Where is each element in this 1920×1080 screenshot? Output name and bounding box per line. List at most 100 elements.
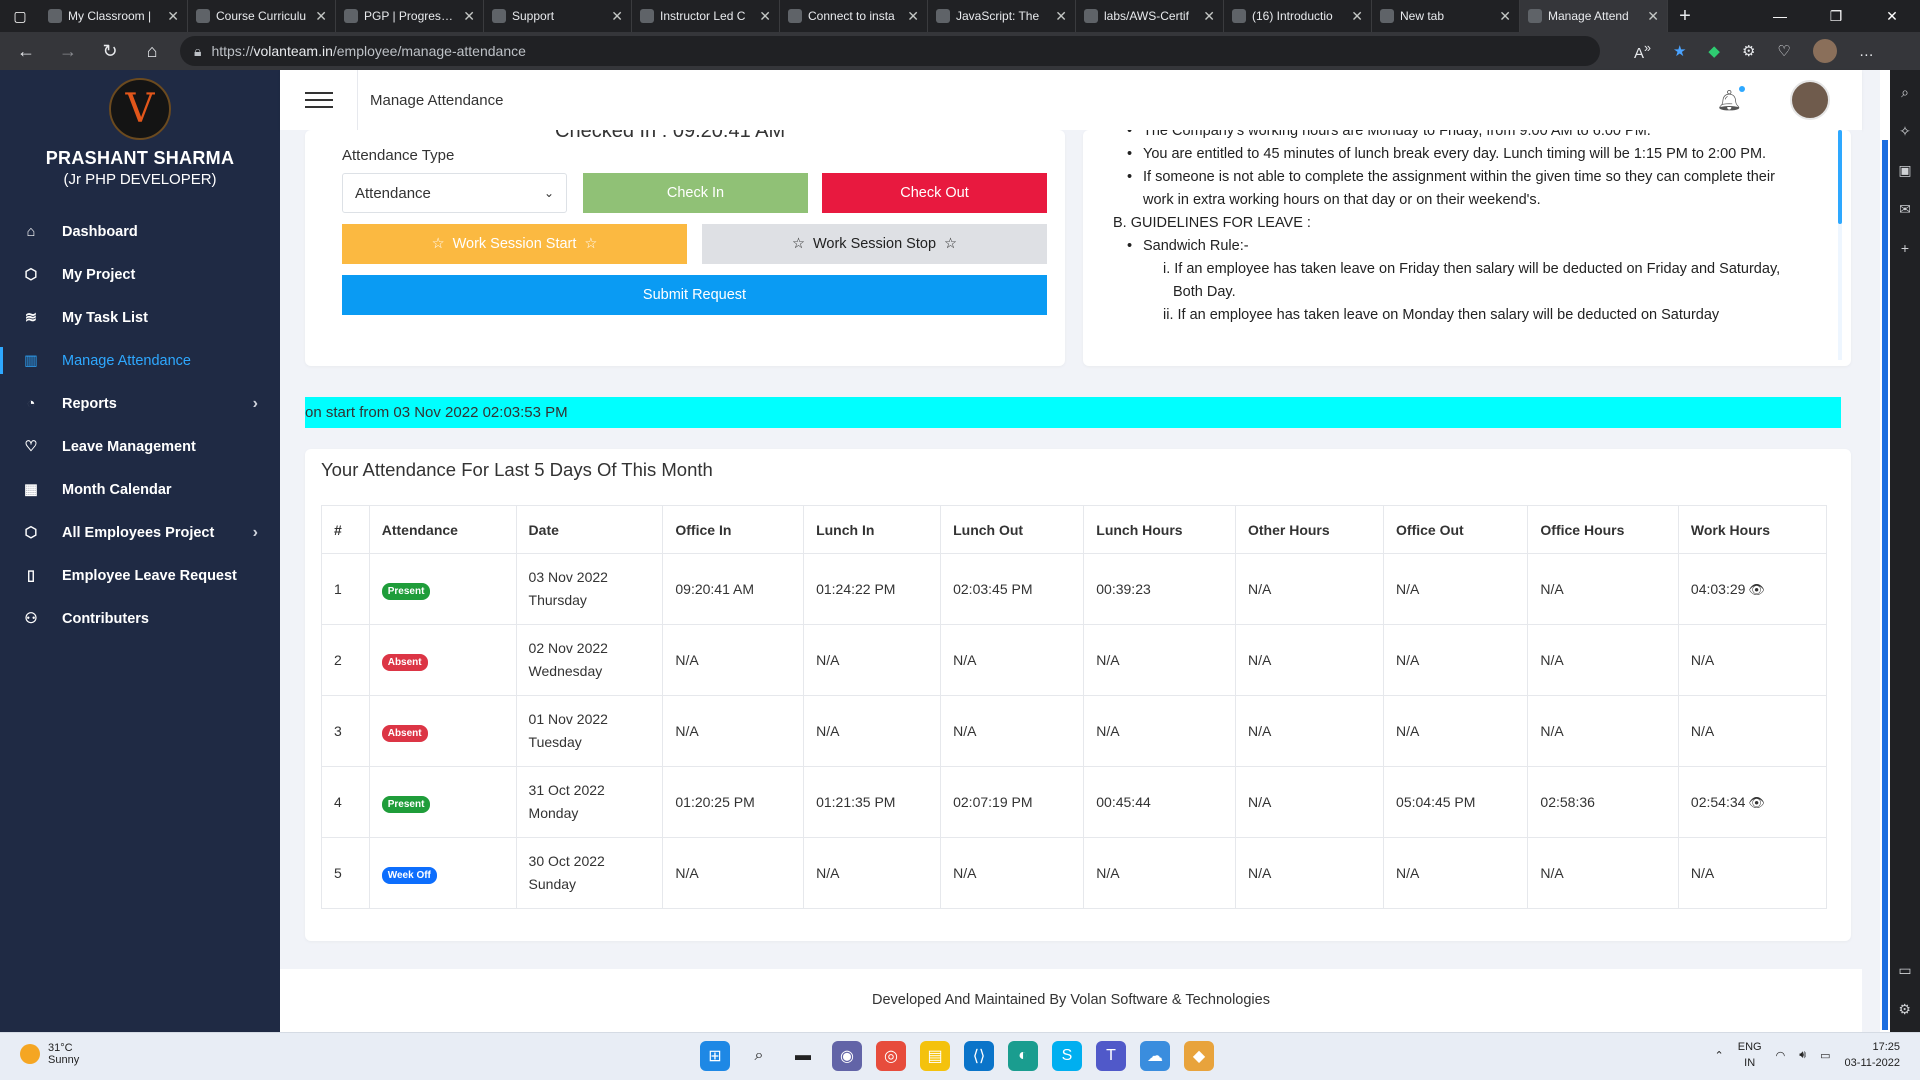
search-icon[interactable]: ⌕ xyxy=(744,1041,774,1071)
browser-tab[interactable]: Support ✕ xyxy=(484,0,632,32)
browser-tab[interactable]: New tab ✕ xyxy=(1372,0,1520,32)
column-header[interactable]: # xyxy=(321,505,370,554)
submit-request-button[interactable]: Submit Request xyxy=(342,275,1047,315)
minimize-icon[interactable]: — xyxy=(1752,8,1808,25)
user-avatar[interactable] xyxy=(1790,80,1830,120)
page-scrollbar[interactable] xyxy=(1880,70,1890,1032)
read-aloud-icon[interactable]: A» xyxy=(1634,41,1651,62)
browser-tab[interactable]: Manage Attend ✕ xyxy=(1520,0,1668,32)
edge-icon[interactable]: ◐ xyxy=(1008,1041,1038,1071)
sidebar-item-my-project[interactable]: ⬡ My Project xyxy=(0,253,280,296)
hamburger-menu-icon[interactable] xyxy=(280,70,358,130)
close-tab-icon[interactable]: ✕ xyxy=(167,8,179,25)
favorite-star-icon[interactable]: ★ xyxy=(1673,42,1686,60)
vscode-icon[interactable]: ⟨⟩ xyxy=(964,1041,994,1071)
file-explorer-icon[interactable]: ▤ xyxy=(920,1041,950,1071)
sidebar-item-leave-management[interactable]: ♡ Leave Management xyxy=(0,425,280,468)
eye-icon[interactable]: 👁︎ xyxy=(1748,582,1765,597)
sidebar-item-employee-leave-request[interactable]: ▯ Employee Leave Request xyxy=(0,554,280,597)
close-tab-icon[interactable]: ✕ xyxy=(759,8,771,25)
outlook-icon[interactable]: ✉ xyxy=(1899,201,1911,218)
back-icon[interactable]: ← xyxy=(12,41,40,62)
check-out-button[interactable]: Check Out xyxy=(822,173,1047,213)
close-tab-icon[interactable]: ✕ xyxy=(315,8,327,25)
sidebar-item-all-employees-project[interactable]: ⬡ All Employees Project › xyxy=(0,511,280,554)
browser-tab[interactable]: Course Curriculu ✕ xyxy=(188,0,336,32)
browser-tab[interactable]: My Classroom | ✕ xyxy=(40,0,188,32)
column-header[interactable]: Attendance xyxy=(368,505,517,554)
git-icon[interactable]: ◆ xyxy=(1184,1041,1214,1071)
close-tab-icon[interactable]: ✕ xyxy=(1203,8,1215,25)
close-tab-icon[interactable]: ✕ xyxy=(1499,8,1511,25)
weather-widget[interactable]: 31°C Sunny xyxy=(20,1042,79,1066)
volume-icon[interactable]: 🔊︎ xyxy=(1799,1049,1806,1062)
sidebar-item-contributers[interactable]: ⚇ Contributers xyxy=(0,597,280,640)
sidebar-item-manage-attendance[interactable]: ▥ Manage Attendance xyxy=(0,339,280,382)
tab-actions-icon[interactable]: ▢ xyxy=(0,0,40,32)
forward-icon[interactable]: → xyxy=(54,41,82,62)
sidebar-item-my-task-list[interactable]: ≋ My Task List xyxy=(0,296,280,339)
restore-icon[interactable]: ❐ xyxy=(1808,8,1864,25)
chat-icon[interactable]: ◉ xyxy=(832,1041,862,1071)
battery-icon[interactable]: ▭ xyxy=(1820,1049,1830,1062)
chevron-up-icon[interactable]: ⌃ xyxy=(1715,1049,1724,1062)
sidebar-item-reports[interactable]: ◔ Reports › xyxy=(0,382,280,425)
column-header[interactable]: Lunch Out xyxy=(940,505,1085,554)
column-header[interactable]: Office Hours xyxy=(1527,505,1679,554)
column-header[interactable]: Work Hours xyxy=(1677,505,1828,554)
refresh-icon[interactable]: ↻ xyxy=(96,41,124,62)
shield-extension-icon[interactable]: ◆ xyxy=(1708,42,1720,60)
settings-icon[interactable]: ⚙ xyxy=(1898,1001,1911,1018)
extensions-icon[interactable]: ⚙ xyxy=(1742,42,1755,60)
clock[interactable]: 17:25 03-11-2022 xyxy=(1845,1039,1900,1071)
close-tab-icon[interactable]: ✕ xyxy=(1055,8,1067,25)
column-header[interactable]: Other Hours xyxy=(1234,505,1385,554)
guidelines-scrollbar[interactable] xyxy=(1838,130,1842,224)
add-icon[interactable]: + xyxy=(1901,240,1909,256)
browser-essentials-icon[interactable]: ♡ xyxy=(1777,42,1790,60)
attendance-type-select[interactable]: Attendance ⌄ xyxy=(342,173,567,213)
column-header[interactable]: Office In xyxy=(662,505,805,554)
browser-tab[interactable]: (16) Introductio ✕ xyxy=(1224,0,1372,32)
column-header[interactable]: Office Out xyxy=(1383,505,1529,554)
close-tab-icon[interactable]: ✕ xyxy=(1647,8,1659,25)
sidebar-item-dashboard[interactable]: ⌂ Dashboard xyxy=(0,210,280,253)
browser-tab[interactable]: Connect to insta ✕ xyxy=(780,0,928,32)
column-header[interactable]: Lunch In xyxy=(803,505,942,554)
sidebar-item-month-calendar[interactable]: ▦ Month Calendar xyxy=(0,468,280,511)
chrome-icon[interactable]: ◎ xyxy=(876,1041,906,1071)
column-header[interactable]: Date xyxy=(515,505,664,554)
discover-icon[interactable]: ✧ xyxy=(1899,123,1911,140)
work-session-start-button[interactable]: ☆ Work Session Start ☆ xyxy=(342,224,687,264)
more-menu-icon[interactable]: … xyxy=(1859,43,1874,60)
home-browser-icon[interactable]: ⌂ xyxy=(138,41,166,62)
page-scrollbar-thumb[interactable] xyxy=(1882,140,1888,1030)
eye-icon[interactable]: 👁︎ xyxy=(1748,795,1765,810)
task-view-icon[interactable]: ▬ xyxy=(788,1041,818,1071)
search-icon[interactable]: ⌕ xyxy=(1901,84,1909,101)
wifi-icon[interactable]: ◠ xyxy=(1776,1049,1786,1062)
work-session-stop-button[interactable]: ☆ Work Session Stop ☆ xyxy=(702,224,1047,264)
check-in-button[interactable]: Check In xyxy=(583,173,808,213)
close-tab-icon[interactable]: ✕ xyxy=(907,8,919,25)
layout-icon[interactable]: ▭ xyxy=(1898,962,1911,979)
close-tab-icon[interactable]: ✕ xyxy=(611,8,623,25)
close-tab-icon[interactable]: ✕ xyxy=(463,8,475,25)
notification-bell-icon[interactable]: 🔔︎ xyxy=(1717,86,1745,113)
browser-tab[interactable]: Instructor Led C ✕ xyxy=(632,0,780,32)
column-header[interactable]: Lunch Hours xyxy=(1083,505,1236,554)
browser-tab[interactable]: PGP | Progress F ✕ xyxy=(336,0,484,32)
profile-avatar[interactable] xyxy=(1812,39,1837,63)
skype-icon[interactable]: S xyxy=(1052,1041,1082,1071)
close-tab-icon[interactable]: ✕ xyxy=(1351,8,1363,25)
browser-tab[interactable]: JavaScript: The ✕ xyxy=(928,0,1076,32)
new-tab-icon[interactable]: + xyxy=(1668,5,1702,28)
language-indicator[interactable]: ENG IN xyxy=(1738,1039,1762,1071)
close-window-icon[interactable]: ✕ xyxy=(1864,8,1920,25)
url-field[interactable]: 🔒︎ https://volanteam.in/employee/manage-… xyxy=(180,36,1600,66)
teams-icon[interactable]: T xyxy=(1096,1041,1126,1071)
office-icon[interactable]: ▣ xyxy=(1898,162,1911,179)
windows-start-icon[interactable]: ⊞ xyxy=(700,1041,730,1071)
browser-tab[interactable]: labs/AWS-Certif ✕ xyxy=(1076,0,1224,32)
cloud-icon[interactable]: ☁ xyxy=(1140,1041,1170,1071)
